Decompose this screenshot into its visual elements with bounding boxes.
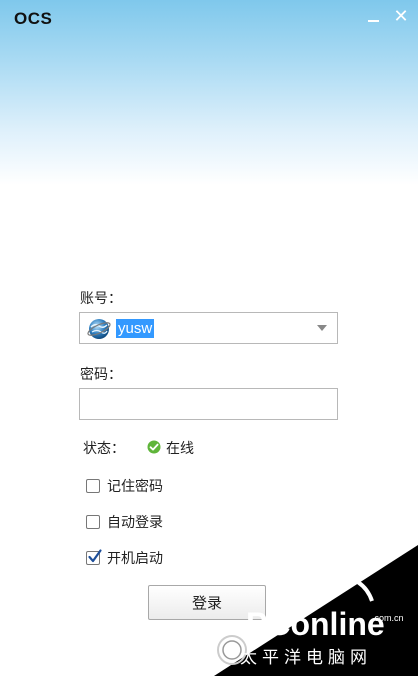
launch-at-startup-checkbox[interactable] — [86, 549, 102, 565]
app-title: OCS — [14, 9, 53, 28]
chevron-down-icon[interactable] — [317, 325, 327, 331]
status-label: 状态： — [83, 441, 125, 457]
account-combobox[interactable]: yusw — [79, 312, 338, 344]
login-window: OCS ✕ 账号： yusw 密码： 状态： 在线 记住密码 自动登录 开机启动… — [0, 0, 418, 676]
watermark-brand: PConline — [246, 606, 385, 642]
watermark-domain: .com.cn — [372, 613, 404, 623]
status-value: 在线 — [166, 441, 194, 457]
launch-at-startup-label[interactable]: 开机启动 — [107, 548, 163, 568]
minimize-button[interactable] — [362, 6, 384, 28]
checkmark-icon — [88, 549, 102, 563]
online-check-icon — [147, 440, 161, 454]
password-label: 密码： — [80, 367, 122, 383]
auto-login-checkbox[interactable] — [86, 515, 100, 529]
auto-login-label[interactable]: 自动登录 — [107, 512, 163, 532]
globe-avatar-icon — [87, 319, 111, 339]
remember-password-checkbox[interactable] — [86, 479, 100, 493]
remember-password-label[interactable]: 记住密码 — [107, 476, 163, 496]
pconline-watermark: PConline .com.cn 太平洋电脑网 — [214, 545, 418, 676]
password-input[interactable] — [79, 388, 338, 420]
watermark-tagline: 太平洋电脑网 — [240, 648, 372, 668]
account-value: yusw — [116, 319, 155, 338]
account-label: 账号： — [80, 291, 122, 307]
minimize-icon — [368, 20, 379, 22]
close-button[interactable]: ✕ — [390, 6, 412, 28]
